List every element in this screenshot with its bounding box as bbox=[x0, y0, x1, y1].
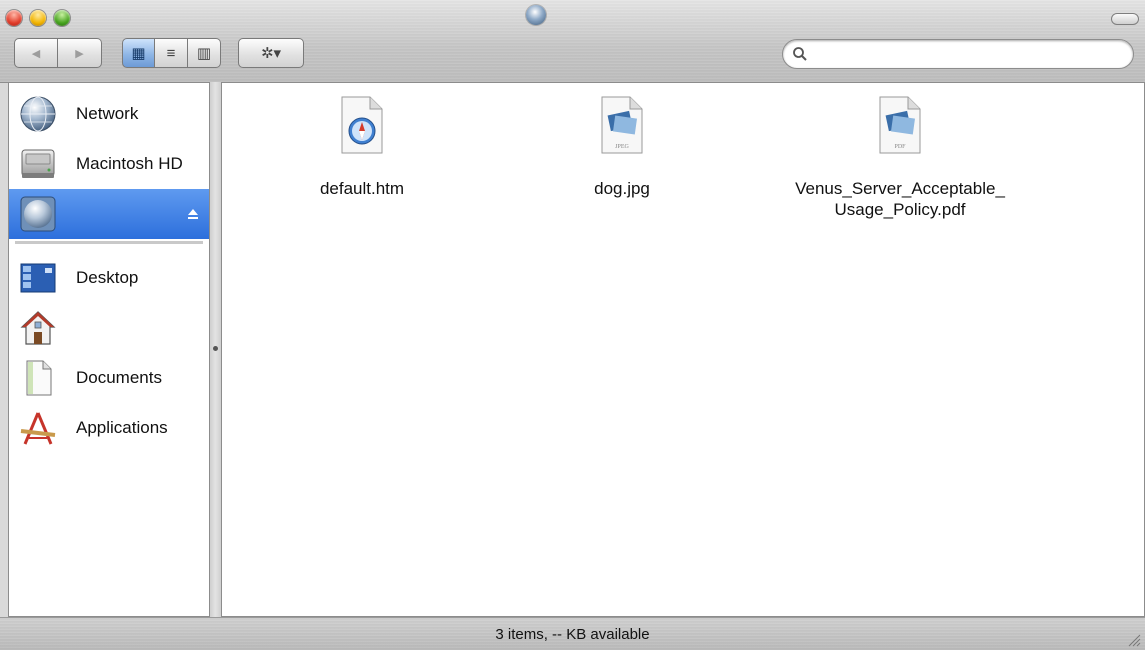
sidebar-item-home[interactable] bbox=[9, 303, 209, 353]
status-bar: 3 items, -- KB available bbox=[0, 617, 1145, 650]
finder-window: ◀ ▶ ▦ ≡ ▥ ✲▾ Network Macintosh HD Deskto… bbox=[0, 0, 1145, 650]
search-icon bbox=[793, 47, 807, 61]
sidebar-item-macintosh-hd[interactable]: Macintosh HD bbox=[9, 139, 209, 189]
column-view-button[interactable]: ▥ bbox=[188, 38, 221, 68]
home-icon bbox=[20, 311, 56, 345]
zoom-button[interactable] bbox=[54, 10, 70, 26]
file-browser: default.htm JPEG dog.jpg PDF Venus_Serve… bbox=[221, 82, 1145, 617]
eject-icon[interactable] bbox=[187, 208, 199, 220]
column-view-icon: ▥ bbox=[196, 45, 212, 62]
network-volume-icon bbox=[20, 196, 56, 232]
file-name: Venus_Server_Acceptable_ Usage_Policy.pd… bbox=[795, 179, 1005, 219]
search-input[interactable] bbox=[813, 44, 1117, 66]
icon-view-icon: ▦ bbox=[131, 45, 146, 62]
sidebar-item-label: Desktop bbox=[76, 268, 139, 287]
toolbar-toggle-button[interactable] bbox=[1111, 13, 1139, 25]
sidebar-item-label: Macintosh HD bbox=[76, 154, 183, 173]
file-item[interactable]: JPEG dog.jpg bbox=[552, 95, 692, 199]
sidebar-item-label: Applications bbox=[76, 418, 168, 437]
pdf-document-icon: PDF bbox=[879, 96, 921, 154]
applications-icon bbox=[20, 412, 56, 445]
svg-text:JPEG: JPEG bbox=[615, 144, 629, 150]
action-menu: ✲▾ bbox=[238, 38, 304, 68]
resize-grip-icon[interactable] bbox=[1127, 633, 1141, 647]
splitter-handle[interactable] bbox=[213, 346, 218, 351]
safari-document-icon bbox=[341, 96, 383, 154]
sidebar-item-applications[interactable]: Applications bbox=[9, 403, 209, 453]
action-menu-button[interactable]: ✲▾ bbox=[238, 38, 304, 68]
file-item[interactable]: PDF Venus_Server_Acceptable_ Usage_Polic… bbox=[770, 95, 1030, 220]
sidebar: Network Macintosh HD Desktop Documents A… bbox=[8, 82, 210, 617]
minimize-button[interactable] bbox=[30, 10, 46, 26]
file-name: default.htm bbox=[319, 179, 405, 198]
forward-button[interactable]: ▶ bbox=[58, 38, 102, 68]
icon-view-button[interactable]: ▦ bbox=[122, 38, 155, 68]
sidebar-item-documents[interactable]: Documents bbox=[9, 353, 209, 403]
jpeg-document-icon: JPEG bbox=[601, 96, 643, 154]
view-mode-buttons: ▦ ≡ ▥ bbox=[122, 38, 221, 68]
sidebar-item-desktop[interactable]: Desktop bbox=[9, 253, 209, 303]
list-view-button[interactable]: ≡ bbox=[155, 38, 188, 68]
back-button[interactable]: ◀ bbox=[14, 38, 58, 68]
file-item[interactable]: default.htm bbox=[292, 95, 432, 199]
back-arrow-icon: ◀ bbox=[31, 47, 41, 60]
title-toolbar: ◀ ▶ ▦ ≡ ▥ ✲▾ bbox=[0, 0, 1145, 83]
sidebar-divider bbox=[15, 241, 203, 244]
sidebar-item-network[interactable]: Network bbox=[9, 89, 209, 139]
close-button[interactable] bbox=[6, 10, 22, 26]
forward-arrow-icon: ▶ bbox=[75, 47, 84, 60]
desktop-icon bbox=[20, 263, 56, 293]
sidebar-item-network-volume[interactable] bbox=[9, 189, 209, 239]
list-view-icon: ≡ bbox=[166, 44, 176, 62]
svg-text:PDF: PDF bbox=[894, 144, 906, 150]
documents-icon bbox=[26, 360, 52, 396]
search-field[interactable] bbox=[782, 39, 1134, 69]
file-name: dog.jpg bbox=[594, 179, 650, 198]
network-globe-icon bbox=[20, 96, 56, 132]
sidebar-item-label: Network bbox=[76, 104, 139, 123]
window-proxy-icon[interactable] bbox=[526, 5, 546, 25]
gear-icon: ✲▾ bbox=[260, 45, 282, 62]
sidebar-item-label: Documents bbox=[76, 368, 162, 387]
nav-buttons: ◀ ▶ bbox=[14, 38, 102, 68]
hard-drive-icon bbox=[21, 149, 55, 178]
status-text: 3 items, -- KB available bbox=[495, 626, 650, 643]
